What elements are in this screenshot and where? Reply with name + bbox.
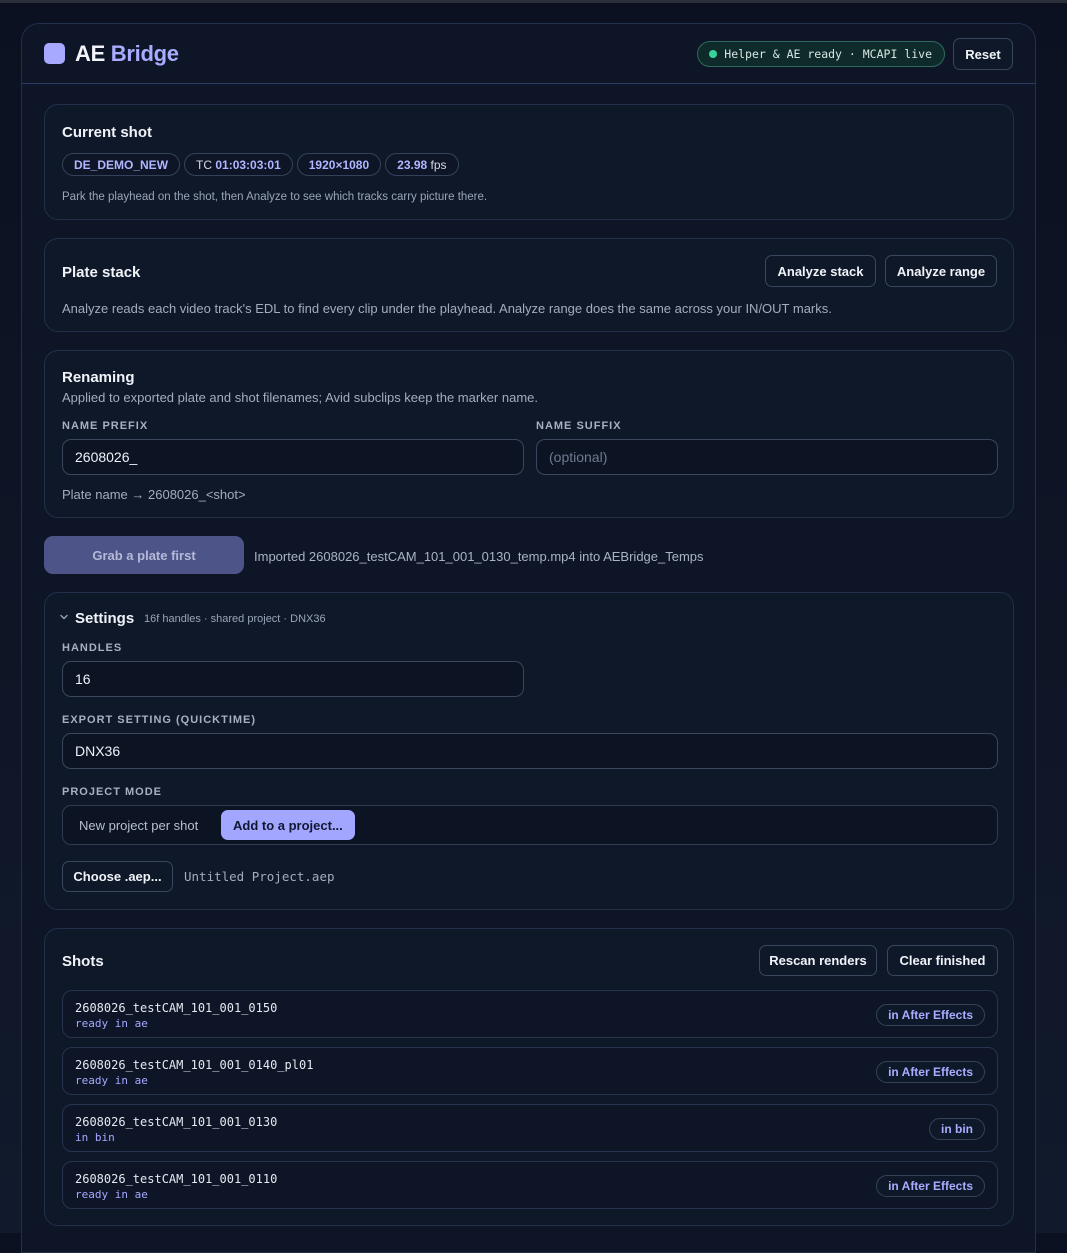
timecode-prefix: TC — [196, 157, 213, 172]
grab-plate-button[interactable]: Grab a plate first — [44, 536, 244, 574]
name-prefix-input[interactable]: 2608026_ — [62, 439, 524, 475]
clear-finished-button[interactable]: Clear finished — [887, 945, 998, 976]
shot-row[interactable]: 2608026_testCAM_101_001_0150 ready in ae… — [62, 990, 998, 1038]
current-shot-title: Current shot — [62, 124, 152, 141]
settings-card: Settings 16f handles · shared project · … — [44, 592, 1014, 910]
fps-tag: 23.98 fps — [385, 153, 459, 176]
status-badge: Helper & AE ready · MCAPI live — [697, 41, 945, 67]
resolution-tag: 1920×1080 — [296, 153, 382, 176]
analyze-range-button[interactable]: Analyze range — [885, 255, 997, 287]
shot-row-badge: in After Effects — [876, 1004, 985, 1026]
project-mode-label: PROJECT MODE — [62, 786, 163, 798]
plate-stack-title: Plate stack — [62, 264, 141, 281]
shot-row-name: 2608026_testCAM_101_001_0150 — [75, 1001, 278, 1015]
name-prefix-label: NAME PREFIX — [62, 420, 149, 432]
handles-value: 16 — [75, 671, 91, 687]
app-title-main: AE — [75, 40, 105, 66]
shot-row-name: 2608026_testCAM_101_001_0140_pl01 — [75, 1058, 314, 1072]
current-shot-hint: Park the playhead on the shot, then Anal… — [62, 191, 488, 203]
renaming-description: Applied to exported plate and shot filen… — [62, 390, 538, 405]
app-title-accent: Bridge — [110, 40, 179, 66]
name-prefix-value: 2608026_ — [75, 449, 138, 465]
shot-name-tag: DE_DEMO_NEW — [62, 153, 181, 176]
shot-row[interactable]: 2608026_testCAM_101_001_0130 in bin in b… — [62, 1104, 998, 1152]
shot-row-badge: in bin — [929, 1118, 985, 1140]
settings-summary: 16f handles · shared project · DNX36 — [144, 613, 326, 625]
current-shot-card: Current shot DE_DEMO_NEW TC 01:03:03:01 … — [44, 104, 1014, 220]
plate-name-preview: Plate name → 2608026_<shot> — [62, 487, 246, 502]
chevron-down-icon[interactable] — [59, 612, 69, 622]
app-window: AE Bridge Helper & AE ready · MCAPI live… — [21, 23, 1036, 1253]
shot-row[interactable]: 2608026_testCAM_101_001_0110 ready in ae… — [62, 1161, 998, 1209]
shot-row-badge: in After Effects — [876, 1061, 985, 1083]
name-suffix-input[interactable]: (optional) — [536, 439, 998, 475]
top-edge-line — [0, 0, 1067, 3]
shot-row-status: ready in ae — [75, 1188, 148, 1201]
timecode-value: 01:03:03:01 — [215, 157, 281, 172]
export-setting-label: EXPORT SETTING (QUICKTIME) — [62, 714, 257, 726]
shot-row-status: ready in ae — [75, 1074, 148, 1087]
import-message: Imported 2608026_testCAM_101_001_0130_te… — [254, 549, 704, 564]
plate-name-preview-label: Plate name → — [62, 487, 145, 502]
shot-tags: DE_DEMO_NEW TC 01:03:03:01 1920×1080 23.… — [62, 153, 459, 176]
plate-name-preview-value: 2608026_<shot> — [148, 487, 246, 502]
fps-value: 23.98 — [397, 157, 428, 172]
analyze-stack-button[interactable]: Analyze stack — [765, 255, 876, 287]
shot-row-name: 2608026_testCAM_101_001_0110 — [75, 1172, 278, 1186]
renaming-title: Renaming — [62, 369, 135, 386]
shot-row-status: ready in ae — [75, 1017, 148, 1030]
name-suffix-placeholder: (optional) — [549, 449, 608, 465]
choose-aep-button[interactable]: Choose .aep... — [62, 861, 173, 892]
project-file-name: Untitled Project.aep — [184, 869, 335, 884]
settings-title[interactable]: Settings — [75, 610, 134, 627]
shot-row-status: in bin — [75, 1131, 115, 1144]
plate-stack-card: Plate stack Analyze stack Analyze range … — [44, 238, 1014, 332]
shot-row-name: 2608026_testCAM_101_001_0130 — [75, 1115, 278, 1129]
handles-input[interactable]: 16 — [62, 661, 524, 697]
fps-unit: fps — [430, 157, 447, 172]
mode-option-new-project[interactable]: New project per shot — [67, 810, 210, 840]
app-title: AE Bridge — [75, 41, 179, 67]
renaming-card: Renaming Applied to exported plate and s… — [44, 350, 1014, 518]
app-logo-icon — [44, 43, 65, 64]
name-suffix-label: NAME SUFFIX — [536, 420, 622, 432]
reset-button[interactable]: Reset — [953, 38, 1013, 70]
plate-stack-description: Analyze reads each video track's EDL to … — [62, 301, 832, 316]
status-text: Helper & AE ready · MCAPI live — [724, 47, 932, 61]
rescan-renders-button[interactable]: Rescan renders — [759, 945, 877, 976]
shots-title: Shots — [62, 953, 104, 970]
status-dot-icon — [709, 50, 718, 58]
export-setting-value: DNX36 — [75, 743, 121, 759]
app-header: AE Bridge Helper & AE ready · MCAPI live… — [22, 24, 1035, 84]
shots-card: Shots Rescan renders Clear finished 2608… — [44, 928, 1014, 1226]
shot-row-badge: in After Effects — [876, 1175, 985, 1197]
project-mode-toggle: New project per shot Add to a project... — [62, 805, 998, 845]
shot-row[interactable]: 2608026_testCAM_101_001_0140_pl01 ready … — [62, 1047, 998, 1095]
mode-option-add-to-project[interactable]: Add to a project... — [221, 810, 355, 840]
export-setting-input[interactable]: DNX36 — [62, 733, 998, 769]
handles-label: HANDLES — [62, 642, 123, 654]
timecode-tag: TC 01:03:03:01 — [184, 153, 293, 176]
